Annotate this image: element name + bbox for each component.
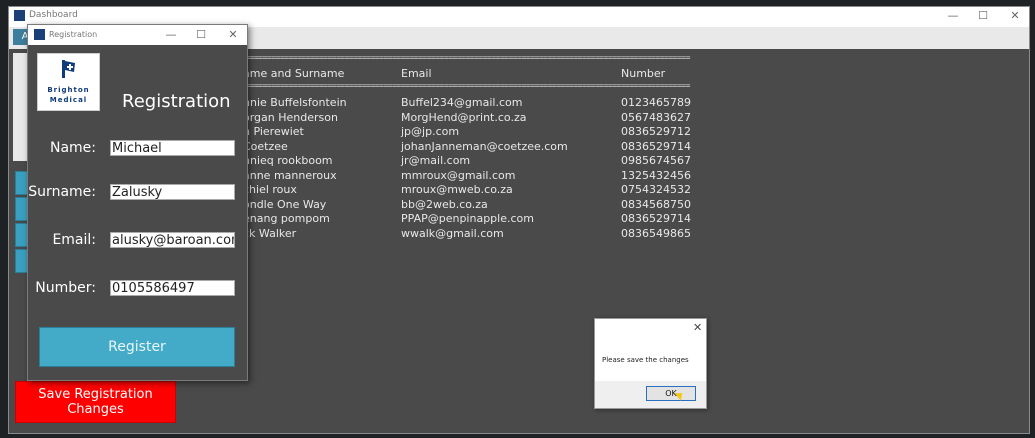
close-icon[interactable]: ✕ bbox=[223, 28, 243, 41]
maximize-icon[interactable]: ☐ bbox=[191, 28, 211, 41]
save-registration-changes-button[interactable]: Save Registration Changes bbox=[15, 381, 176, 423]
row-number: 0834568750 bbox=[621, 197, 691, 211]
message-text: Please save the changes bbox=[602, 356, 689, 364]
dashboard-title: Dashboard bbox=[29, 10, 78, 20]
row-name: Coetzee bbox=[243, 139, 288, 153]
row-number: 0985674567 bbox=[621, 154, 691, 167]
registration-title: Registration bbox=[49, 30, 98, 39]
row-name: nnieq rookboom bbox=[243, 154, 333, 167]
minimize-icon[interactable]: — bbox=[161, 28, 181, 41]
brighton-medical-logo: Brighton Medical bbox=[37, 53, 100, 111]
registration-window: Registration — ☐ ✕ Brighton Medical Regi… bbox=[27, 24, 248, 381]
row-email: jp@jp.com bbox=[401, 125, 460, 138]
surname-label: Surname: bbox=[28, 184, 96, 200]
message-dialog: ✕ Please save the changes OK bbox=[594, 318, 707, 409]
row-email: wwalk@gmail.com bbox=[401, 226, 504, 240]
row-email: bb@2web.co.za bbox=[401, 197, 488, 211]
row-email: MorgHend@print.co.za bbox=[401, 110, 527, 124]
register-button[interactable]: Register bbox=[39, 327, 235, 367]
row-email: Buffel234@gmail.com bbox=[401, 96, 523, 109]
row-number: 0123465789 bbox=[621, 96, 691, 109]
flag-icon bbox=[62, 60, 75, 78]
separator-line: ========================================… bbox=[241, 53, 690, 62]
row-email: mroux@mweb.co.za bbox=[401, 183, 513, 196]
column-header-email: Email bbox=[401, 67, 432, 80]
ok-button[interactable]: OK bbox=[646, 386, 696, 401]
row-name: organ Henderson bbox=[243, 110, 338, 124]
row-email: jr@mail.com bbox=[401, 154, 471, 167]
message-footer: OK bbox=[595, 381, 706, 408]
row-name: chiel roux bbox=[243, 183, 297, 196]
row-number: 0836529714 bbox=[621, 212, 691, 225]
side-panel bbox=[13, 53, 27, 161]
row-name: anne manneroux bbox=[243, 168, 337, 182]
row-email: mmroux@gmail.com bbox=[401, 168, 516, 182]
app-icon bbox=[14, 10, 25, 21]
logo-text-line2: Medical bbox=[49, 96, 88, 104]
close-icon[interactable]: ✕ bbox=[693, 321, 702, 334]
name-field[interactable]: Michael bbox=[110, 140, 235, 156]
surname-field[interactable]: Zalusky bbox=[110, 184, 235, 200]
email-label: Email: bbox=[52, 232, 96, 248]
number-label: Number: bbox=[35, 280, 96, 296]
row-name: ondle One Way bbox=[243, 197, 327, 211]
row-name: nnie Buffelsfontein bbox=[243, 96, 347, 109]
column-header-name: ame and Surname bbox=[243, 67, 345, 80]
maximize-icon[interactable]: ☐ bbox=[973, 9, 993, 22]
minimize-icon[interactable]: — bbox=[943, 9, 963, 22]
registration-title-bar[interactable]: Registration — ☐ ✕ bbox=[28, 25, 247, 45]
registration-heading: Registration bbox=[122, 91, 231, 112]
row-number: 0567483627 bbox=[621, 110, 691, 124]
row-number: 0836549865 bbox=[621, 226, 691, 240]
row-number: 1325432456 bbox=[621, 168, 691, 182]
close-icon[interactable]: ✕ bbox=[1005, 9, 1025, 22]
logo-text-line1: Brighton bbox=[47, 86, 90, 94]
row-email: johanJanneman@coetzee.com bbox=[401, 139, 568, 153]
row-number: 0836529714 bbox=[621, 139, 691, 153]
app-icon bbox=[34, 29, 45, 40]
separator-line: ========================================… bbox=[241, 81, 690, 90]
row-number: 0754324532 bbox=[621, 183, 691, 196]
row-name: ck Walker bbox=[243, 226, 297, 240]
row-name: n Pierewiet bbox=[243, 125, 304, 138]
number-field[interactable]: 0105586497 bbox=[110, 280, 235, 296]
email-field[interactable]: alusky@baroan.com bbox=[110, 232, 235, 248]
row-number: 0836529712 bbox=[621, 125, 691, 138]
column-header-number: Number bbox=[621, 67, 666, 80]
row-email: PPAP@penpinapple.com bbox=[401, 212, 534, 225]
name-label: Name: bbox=[49, 140, 96, 156]
row-name: enang pompom bbox=[243, 212, 330, 225]
